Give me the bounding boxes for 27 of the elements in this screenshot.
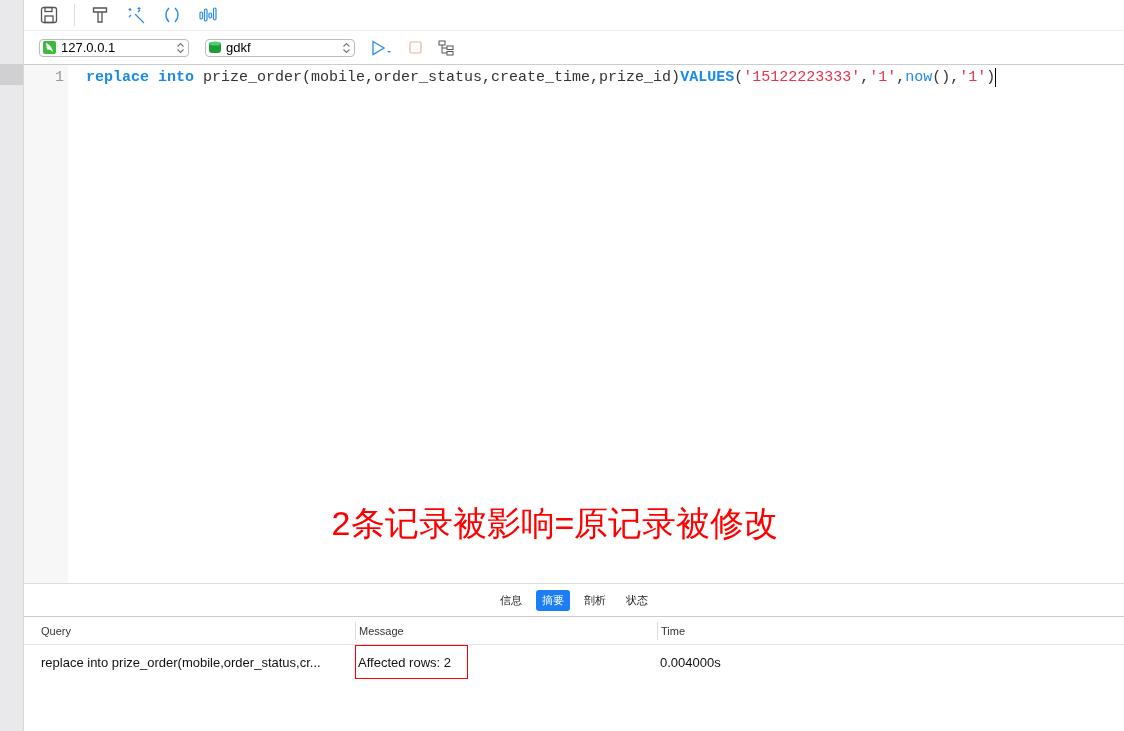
floppy-disk-button[interactable] bbox=[38, 4, 60, 26]
server-select[interactable]: 127.0.0.1 bbox=[39, 38, 189, 57]
dolphin-icon bbox=[43, 41, 56, 54]
table-cell: Affected rows: 2 bbox=[355, 645, 468, 679]
magic-wand-icon bbox=[127, 6, 145, 24]
result-tab[interactable]: 剖析 bbox=[578, 589, 612, 611]
chevrons-icon bbox=[342, 41, 351, 54]
text-cursor bbox=[995, 68, 997, 87]
run-icon[interactable] bbox=[371, 39, 393, 56]
tree-diagram-icon[interactable] bbox=[438, 39, 455, 56]
annotation-text: 2条记录被影响=原记录被修改 bbox=[331, 503, 779, 544]
result-tab[interactable]: 状态 bbox=[620, 589, 654, 611]
column-header: Query bbox=[40, 623, 72, 639]
result-tab[interactable]: 摘要 bbox=[536, 589, 570, 611]
t-shape-icon bbox=[92, 6, 108, 24]
bar-chart-icon bbox=[199, 6, 217, 24]
column-header: Message bbox=[355, 621, 657, 640]
line-number: 1 bbox=[54, 69, 64, 86]
column-header: Time bbox=[657, 621, 1124, 640]
code-line: replace into prize_order(mobile,order_status,create_time,prize_id)VALUES('15122223333','1',now(),'1') bbox=[86, 68, 998, 87]
parentheses-icon bbox=[163, 6, 181, 24]
chevrons-icon bbox=[176, 41, 185, 54]
table-cell-text: replace into prize_order(mobile,order_status,cr... bbox=[40, 653, 322, 672]
database-select[interactable]: gdkf bbox=[205, 38, 355, 57]
table-cell-text: 0.004000s bbox=[659, 653, 722, 672]
database-icon bbox=[209, 41, 221, 54]
result-tab[interactable]: 信息 bbox=[494, 589, 528, 611]
